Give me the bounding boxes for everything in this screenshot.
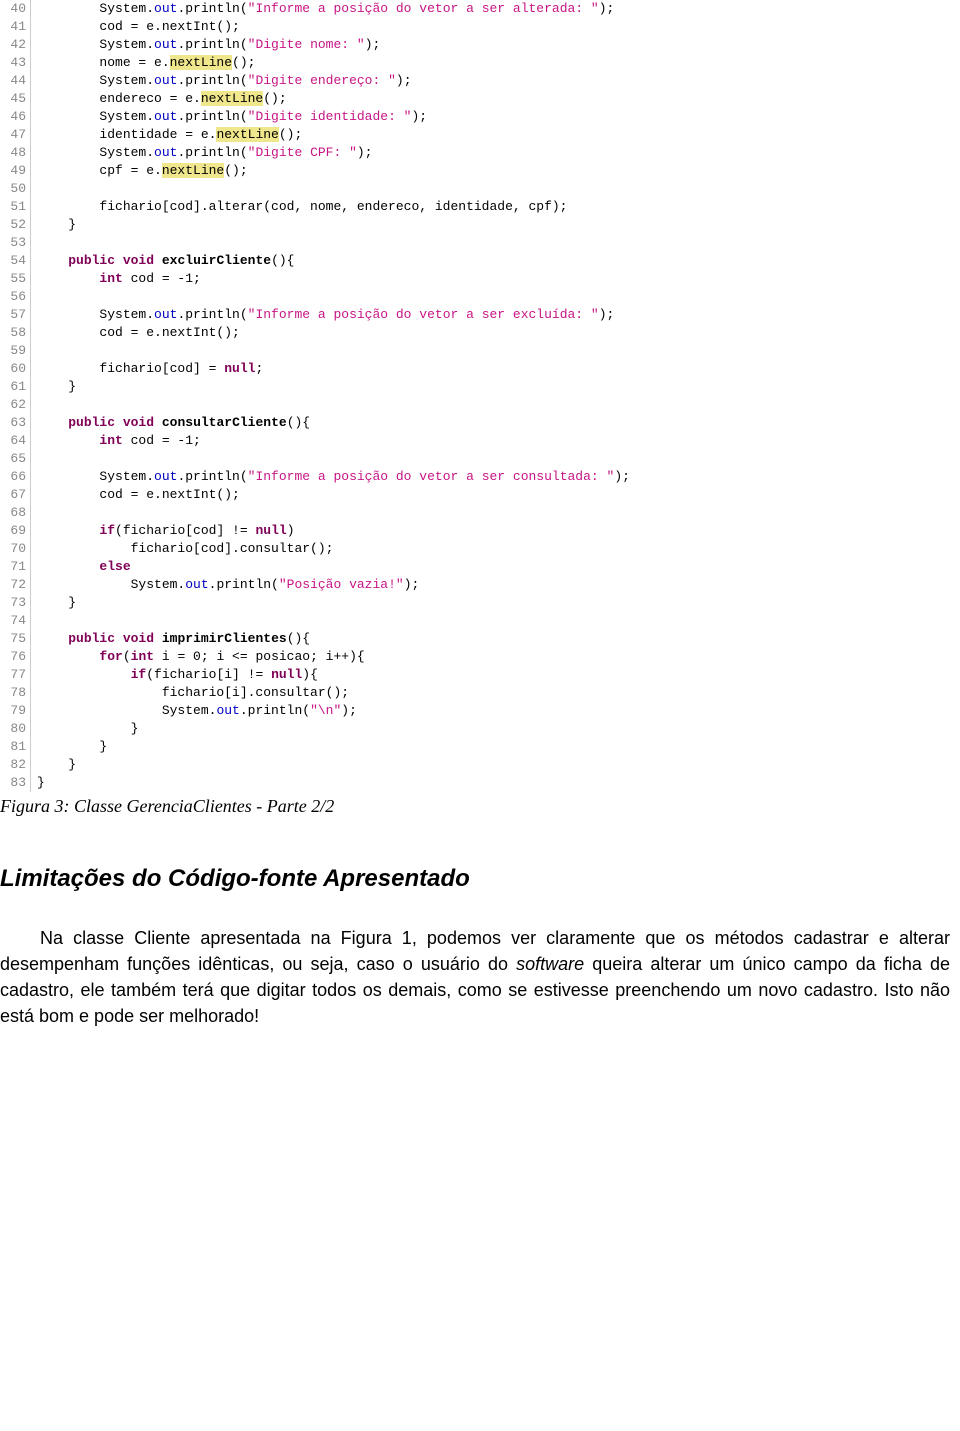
line-number: 66 (0, 468, 30, 486)
code-line: nome = e.nextLine(); (37, 54, 960, 72)
line-number: 42 (0, 36, 30, 54)
line-number: 71 (0, 558, 30, 576)
line-number: 80 (0, 720, 30, 738)
code-line: System.out.println("Digite nome: "); (37, 36, 960, 54)
line-number: 41 (0, 18, 30, 36)
line-number: 44 (0, 72, 30, 90)
code-line: } (37, 774, 960, 792)
code-line: } (37, 756, 960, 774)
line-number: 40 (0, 0, 30, 18)
line-number: 45 (0, 90, 30, 108)
line-number: 63 (0, 414, 30, 432)
code-line: if(fichario[i] != null){ (37, 666, 960, 684)
code-line: } (37, 378, 960, 396)
line-number: 57 (0, 306, 30, 324)
code-line: } (37, 594, 960, 612)
line-number: 61 (0, 378, 30, 396)
line-number: 59 (0, 342, 30, 360)
line-number: 69 (0, 522, 30, 540)
code-line: System.out.println("Informe a posição do… (37, 306, 960, 324)
code-line: identidade = e.nextLine(); (37, 126, 960, 144)
line-number: 43 (0, 54, 30, 72)
line-number: 77 (0, 666, 30, 684)
code-line (37, 342, 960, 360)
line-number: 51 (0, 198, 30, 216)
line-number: 75 (0, 630, 30, 648)
line-number: 52 (0, 216, 30, 234)
code-content: System.out.println("Informe a posição do… (31, 0, 960, 792)
code-line: public void excluirCliente(){ (37, 252, 960, 270)
code-line: if(fichario[cod] != null) (37, 522, 960, 540)
line-number-gutter: 4041424344454647484950515253545556575859… (0, 0, 31, 792)
code-line: public void consultarCliente(){ (37, 414, 960, 432)
line-number: 67 (0, 486, 30, 504)
code-line: } (37, 738, 960, 756)
code-line: endereco = e.nextLine(); (37, 90, 960, 108)
line-number: 73 (0, 594, 30, 612)
line-number: 70 (0, 540, 30, 558)
line-number: 58 (0, 324, 30, 342)
code-line: for(int i = 0; i <= posicao; i++){ (37, 648, 960, 666)
line-number: 81 (0, 738, 30, 756)
code-editor: 4041424344454647484950515253545556575859… (0, 0, 960, 792)
code-line (37, 180, 960, 198)
code-line: System.out.println("Informe a posição do… (37, 468, 960, 486)
line-number: 72 (0, 576, 30, 594)
line-number: 76 (0, 648, 30, 666)
line-number: 60 (0, 360, 30, 378)
code-line: int cod = -1; (37, 270, 960, 288)
code-line: System.out.println("Digite identidade: "… (37, 108, 960, 126)
code-line: cod = e.nextInt(); (37, 18, 960, 36)
code-line (37, 612, 960, 630)
code-line: } (37, 216, 960, 234)
line-number: 49 (0, 162, 30, 180)
body-paragraph: Na classe Cliente apresentada na Figura … (0, 925, 950, 1029)
software-italic: software (516, 954, 584, 974)
line-number: 74 (0, 612, 30, 630)
line-number: 50 (0, 180, 30, 198)
line-number: 46 (0, 108, 30, 126)
code-line (37, 234, 960, 252)
line-number: 82 (0, 756, 30, 774)
code-line: System.out.println("Posição vazia!"); (37, 576, 960, 594)
code-line: fichario[cod].alterar(cod, nome, enderec… (37, 198, 960, 216)
code-line (37, 288, 960, 306)
code-line: fichario[cod] = null; (37, 360, 960, 378)
line-number: 62 (0, 396, 30, 414)
line-number: 64 (0, 432, 30, 450)
code-line: cpf = e.nextLine(); (37, 162, 960, 180)
line-number: 65 (0, 450, 30, 468)
code-line: System.out.println("Digite CPF: "); (37, 144, 960, 162)
code-line: } (37, 720, 960, 738)
line-number: 53 (0, 234, 30, 252)
section-heading: Limitações do Código-fonte Apresentado (0, 865, 960, 893)
code-line: System.out.println("\n"); (37, 702, 960, 720)
line-number: 47 (0, 126, 30, 144)
code-line: System.out.println("Informe a posição do… (37, 0, 960, 18)
code-line: public void imprimirClientes(){ (37, 630, 960, 648)
code-line (37, 504, 960, 522)
code-line: cod = e.nextInt(); (37, 324, 960, 342)
code-line: else (37, 558, 960, 576)
line-number: 54 (0, 252, 30, 270)
code-line (37, 450, 960, 468)
code-line: fichario[i].consultar(); (37, 684, 960, 702)
code-line: int cod = -1; (37, 432, 960, 450)
line-number: 68 (0, 504, 30, 522)
line-number: 55 (0, 270, 30, 288)
line-number: 78 (0, 684, 30, 702)
line-number: 79 (0, 702, 30, 720)
figure-caption: Figura 3: Classe GerenciaClientes - Part… (0, 796, 960, 817)
code-line (37, 396, 960, 414)
line-number: 83 (0, 774, 30, 792)
code-line: System.out.println("Digite endereço: "); (37, 72, 960, 90)
line-number: 56 (0, 288, 30, 306)
code-line: cod = e.nextInt(); (37, 486, 960, 504)
code-line: fichario[cod].consultar(); (37, 540, 960, 558)
line-number: 48 (0, 144, 30, 162)
